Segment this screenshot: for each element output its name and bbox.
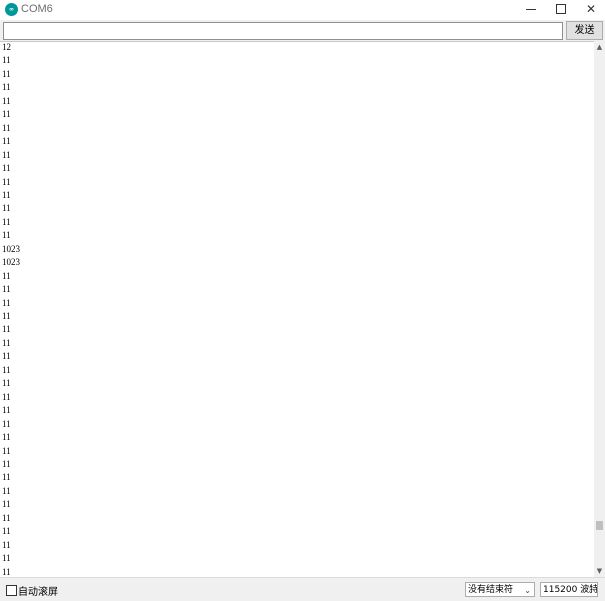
serial-output-line: 11 xyxy=(2,432,11,443)
minimize-icon xyxy=(526,9,536,10)
baud-rate-select[interactable]: 115200 波特 ⌄ xyxy=(540,582,598,597)
title-bar: ∞ COM6 ✕ xyxy=(0,0,605,19)
serial-output-line: 11 xyxy=(2,485,11,496)
serial-output-line: 11 xyxy=(2,95,11,106)
serial-output-line: 11 xyxy=(2,378,11,389)
serial-output-line: 11 xyxy=(2,270,11,281)
serial-output-line: 11 xyxy=(2,149,11,160)
send-button[interactable]: 发送 xyxy=(566,21,603,40)
serial-output-line: 11 xyxy=(2,526,11,537)
serial-output-line: 11 xyxy=(2,216,11,227)
serial-output-line: 11 xyxy=(2,445,11,456)
serial-output-line: 11 xyxy=(2,230,11,241)
scroll-down-icon[interactable]: ▼ xyxy=(594,566,605,577)
chevron-down-icon: ⌄ xyxy=(524,586,531,595)
serial-output-line: 11 xyxy=(2,324,11,335)
serial-output-line: 11 xyxy=(2,351,11,362)
serial-output-line: 1023 xyxy=(2,243,20,254)
serial-output-line: 11 xyxy=(2,311,11,321)
serial-output-line: 11 xyxy=(2,391,11,402)
serial-output-line: 11 xyxy=(2,553,11,564)
serial-output-line: 11 xyxy=(2,122,11,133)
serial-output-line: 11 xyxy=(2,499,11,510)
close-button[interactable]: ✕ xyxy=(576,0,605,18)
serial-output-line: 11 xyxy=(2,189,11,200)
autoscroll-label: 自动滚屏 xyxy=(18,587,58,598)
serial-output-line: 1023 xyxy=(2,257,20,268)
serial-output-line: 11 xyxy=(2,55,11,66)
scrollbar-thumb[interactable] xyxy=(596,521,603,530)
serial-output-line: 11 xyxy=(2,82,11,93)
vertical-scrollbar[interactable]: ▲ ▼ xyxy=(594,42,605,577)
serial-output-line: 11 xyxy=(2,203,11,214)
bottom-toolbar: 自动滚屏 没有结束符 ⌄ 115200 波特 ⌄ xyxy=(0,577,605,601)
window-title: COM6 xyxy=(21,3,53,15)
serial-output-line: 11 xyxy=(2,472,11,483)
serial-output-line: 11 xyxy=(2,136,11,147)
serial-output-line: 11 xyxy=(2,284,11,295)
serial-output-line: 11 xyxy=(2,405,11,416)
serial-send-input[interactable] xyxy=(3,22,563,40)
maximize-button[interactable] xyxy=(546,0,576,18)
serial-output-line: 11 xyxy=(2,364,11,375)
serial-output-area[interactable]: 12 11 11 11 11 11 11 11 11 11 11 11 11 11 11 1023 1023 11… xyxy=(0,41,594,578)
arduino-app-icon: ∞ xyxy=(5,3,18,16)
line-ending-value: 没有结束符 xyxy=(468,585,514,595)
serial-output-line: 11 xyxy=(2,68,11,79)
minimize-button[interactable] xyxy=(516,0,546,18)
serial-output-line: 11 xyxy=(2,418,11,429)
serial-output-line: 11 xyxy=(2,566,11,577)
serial-output-line: 11 xyxy=(2,297,11,308)
scroll-up-icon[interactable]: ▲ xyxy=(594,42,605,53)
chevron-down-icon: ⌄ xyxy=(587,586,594,595)
serial-output-line: 11 xyxy=(2,337,11,348)
maximize-icon xyxy=(556,3,566,14)
autoscroll-checkbox[interactable] xyxy=(6,585,17,596)
line-ending-select[interactable]: 没有结束符 ⌄ xyxy=(465,582,535,597)
serial-output-line: 11 xyxy=(2,176,11,187)
serial-output-line: 11 xyxy=(2,512,11,523)
serial-output-line: 11 xyxy=(2,109,11,120)
serial-output-line: 11 xyxy=(2,458,11,469)
serial-output-line: 11 xyxy=(2,539,11,550)
close-icon: ✕ xyxy=(585,2,597,16)
serial-output-line: 11 xyxy=(2,163,11,174)
serial-output-line: 12 xyxy=(2,42,11,52)
send-row: 发送 xyxy=(0,20,605,42)
